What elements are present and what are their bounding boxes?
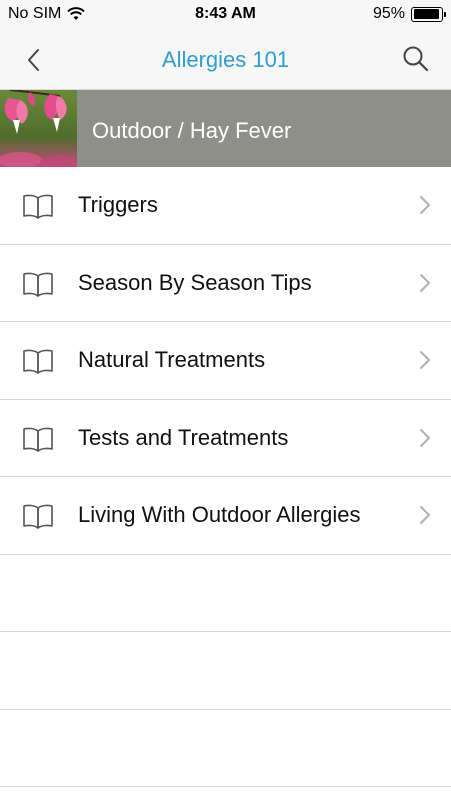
book-icon — [23, 194, 53, 219]
page-title: Allergies 101 — [161, 47, 290, 72]
category-title: Outdoor / Hay Fever — [92, 118, 292, 143]
battery-percent: 95% — [372, 5, 405, 22]
chevron-right-icon — [420, 506, 430, 524]
topic-row[interactable]: Season By Season Tips — [0, 245, 451, 322]
chevron-right-icon — [420, 351, 430, 369]
battery-icon — [411, 6, 446, 22]
empty-row — [0, 710, 451, 787]
search-icon — [403, 46, 429, 72]
chevron-right-icon — [420, 273, 430, 292]
chevron-right-icon — [420, 196, 430, 214]
topic-row[interactable]: Triggers — [0, 167, 451, 245]
book-icon — [23, 349, 53, 374]
category-thumbnail — [0, 90, 77, 167]
status-bar: No SIM 8:43 AM 95% — [0, 0, 451, 30]
topic-label: Natural Treatments — [78, 347, 266, 373]
chevron-right-icon — [420, 428, 430, 447]
topic-row[interactable]: Living With Outdoor Allergies — [0, 477, 451, 555]
book-icon — [23, 272, 53, 297]
book-icon — [23, 504, 53, 529]
topic-row[interactable]: Natural Treatments — [0, 322, 451, 400]
topic-list: Triggers Season By Season Tips Natural Tre… — [0, 167, 451, 787]
topic-label: Living With Outdoor Allergies — [78, 502, 361, 528]
navigation-bar: Allergies 101 — [0, 30, 451, 90]
category-header: Outdoor / Hay Fever — [0, 90, 451, 167]
empty-row — [0, 555, 451, 632]
search-button[interactable] — [399, 42, 433, 76]
topic-label: Triggers — [78, 192, 158, 218]
topic-label: Tests and Treatments — [78, 424, 289, 450]
book-icon — [23, 427, 53, 452]
topic-row[interactable]: Tests and Treatments — [0, 400, 451, 477]
empty-row — [0, 632, 451, 710]
battery-status: 95% — [372, 5, 446, 23]
topic-label: Season By Season Tips — [78, 269, 312, 295]
